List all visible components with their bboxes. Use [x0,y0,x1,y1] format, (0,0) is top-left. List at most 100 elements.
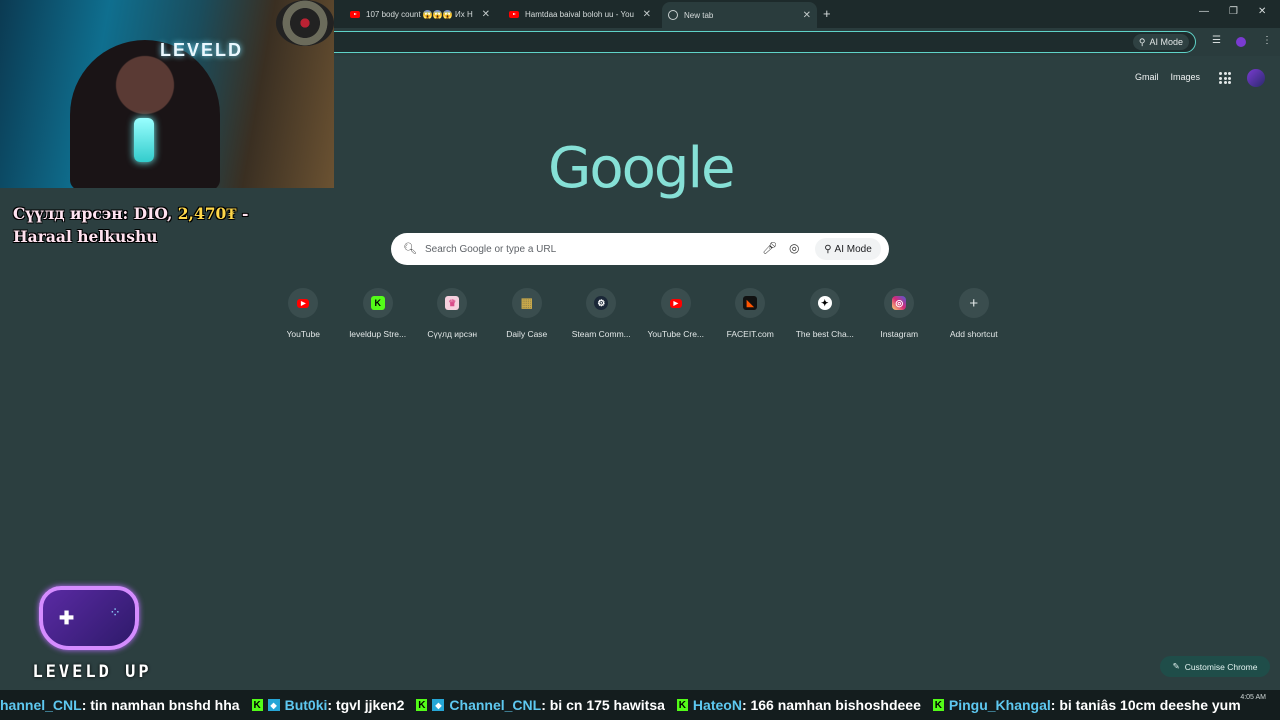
shortcut-label: leveldup Stre... [349,329,407,339]
omnibox-ai-mode-button[interactable]: ⚲ AI Mode [1132,34,1189,50]
webcam-overlay: LEVELD [0,0,334,188]
chat-user: HateoN [692,697,742,713]
shortcut-youtube[interactable]: ▶ YouTube [266,288,341,339]
tab-search-icon[interactable]: ☰ [1212,35,1221,46]
shortcut-label: The best Cha... [795,329,854,339]
images-link[interactable]: Images [1170,72,1200,82]
close-icon[interactable]: ✕ [803,10,811,21]
shortcut-tile: + [958,288,989,318]
shortcut-label: Сүүлд ирсэн [427,329,478,339]
shortcut-donation[interactable]: ♛ Сүүлд ирсэн [415,288,490,339]
shortcut-tile: K [362,288,393,318]
shortcut-best-chat[interactable]: ✦ The best Cha... [788,288,863,339]
donation-amount: 2,470₮ [177,204,237,223]
gmail-link[interactable]: Gmail [1135,72,1159,82]
omnibox-ai-mode-label: AI Mode [1149,37,1183,47]
kick-icon: K [416,699,428,711]
leveldup-logo-text: LEVELD UP [32,662,152,682]
shortcut-label: YouTube [286,329,320,339]
kick-icon: K [676,699,688,711]
chat-message: K ◆ Channel_CNL : bi cn 175 hawitsa [416,697,665,713]
shortcut-steam[interactable]: ⚙ Steam Comm... [564,288,639,339]
shortcut-faceit[interactable]: ◣ FACEIT.com [713,288,788,339]
shortcut-label: Add shortcut [949,329,998,339]
shortcut-add[interactable]: + Add shortcut [937,288,1012,339]
shortcut-tile: ✦ [809,288,840,318]
tab-title: 107 body count 😱😱😱 Их Н [366,9,473,19]
plus-icon: + [969,294,979,312]
shortcut-leveldup[interactable]: K leveldup Stre... [341,288,416,339]
steam-icon: ⚙ [594,296,609,310]
restore-icon[interactable]: ❐ [1229,6,1238,17]
chat-message: hannel_CNL : tin namhan bnshd hha [0,697,240,713]
shortcut-label: Steam Comm... [571,329,631,339]
chat-icon: ✦ [817,296,832,310]
shortcut-label: FACEIT.com [726,329,774,339]
shortcut-daily-case[interactable]: ▦ Daily Case [490,288,565,339]
close-icon[interactable]: ✕ [482,9,490,20]
account-avatar[interactable] [1247,69,1265,87]
chat-message: K ◆ But0ki : tgvl jjken2 [251,697,405,713]
neon-sign: LEVELD [160,40,244,60]
shortcut-tile: ⚙ [586,288,617,318]
lens-icon[interactable]: ◎ [789,241,799,255]
chat-ticker: hannel_CNL : tin namhan bnshd hha K ◆ But… [0,690,1280,720]
voice-search-icon[interactable]: 🎤︎ [762,241,777,255]
shortcut-tile: ▶ [288,288,319,318]
search-input[interactable] [425,241,745,257]
chat-text: : bi cn 175 hawitsa [541,697,665,713]
pencil-icon: ✎ [1172,661,1180,671]
taskbar-clock: 4:05 AM [1240,694,1266,701]
tab-title: New tab [684,10,714,20]
chat-message: K Pingu_Khangal : bi taniâs 10cm deeshe … [932,697,1241,713]
chat-text: : tgvl jjken2 [327,697,405,713]
search-box: 🔍︎ 🎤︎ ◎ ⚲ AI Mode [391,233,889,265]
gamepad-icon: ✚ ⁘ [39,586,139,650]
chat-user: hannel_CNL [0,697,82,713]
dartboard [276,0,334,46]
shortcut-label: YouTube Cre... [647,329,705,339]
close-window-icon[interactable]: ✕ [1258,6,1266,17]
ai-search-icon: ⚲ [824,243,832,255]
google-header-links: Gmail Images [1135,72,1200,82]
ai-mode-button[interactable]: ⚲ AI Mode [815,238,881,260]
search-icon: 🔍︎ [403,243,417,255]
kick-icon: K [932,699,944,711]
customise-label: Customise Chrome [1184,661,1258,672]
youtube-icon: ▶ [297,298,310,308]
shortcut-tile: ▶ [660,288,691,318]
shortcut-instagram[interactable]: ◎ Instagram [862,288,937,339]
menu-icon[interactable]: ⋮ [1262,35,1272,46]
chat-user: Pingu_Khangal [948,697,1051,713]
shortcut-label: Daily Case [506,329,548,339]
shortcuts-grid: ▶ YouTube K leveldup Stre... ♛ Сүүлд ирс… [266,288,1011,339]
tab-new-tab[interactable]: New tab ✕ [662,2,817,28]
chat-message: K HateoN : 166 namhan bishoshdeee [676,697,921,713]
donation-icon: ♛ [445,296,460,310]
last-donation: Сүүлд ирсэн: DIO, 2,470₮ - Haraal helkus… [13,202,273,248]
new-tab-button[interactable]: + [823,6,831,21]
minimize-icon[interactable]: — [1199,6,1209,17]
shortcut-tile: ◎ [884,288,915,318]
donation-prefix: Сүүлд ирсэн: DIO, [13,204,178,223]
youtube-icon [350,10,360,18]
chat-text: : 166 namhan bishoshdeee [741,697,921,713]
shortcut-tile: ▦ [511,288,542,318]
google-logo: Google [548,136,735,201]
customise-chrome-button[interactable]: ✎ Customise Chrome [1160,656,1270,677]
shortcut-youtube-studio[interactable]: ▶ YouTube Cre... [639,288,714,339]
ai-mode-label: AI Mode [834,243,872,255]
shortcut-label: Instagram [880,329,919,339]
microphone [134,118,154,162]
kick-icon: K [370,296,385,310]
youtube-studio-icon: ▶ [669,298,682,308]
google-apps-icon[interactable] [1219,72,1231,84]
chat-text: : bi taniâs 10cm deeshe yum [1050,697,1241,713]
tab-youtube-hamtdaa[interactable]: Hamtdaa baival boloh uu - You ✕ [503,4,657,24]
chat-user: But0ki [284,697,328,713]
tab-youtube-body-count[interactable]: 107 body count 😱😱😱 Их Н ✕ [344,4,496,24]
close-icon[interactable]: ✕ [643,9,651,20]
chrome-icon [668,10,678,20]
leveldup-logo: ✚ ⁘ LEVELD UP [27,582,157,690]
profile-avatar[interactable] [1236,37,1246,47]
